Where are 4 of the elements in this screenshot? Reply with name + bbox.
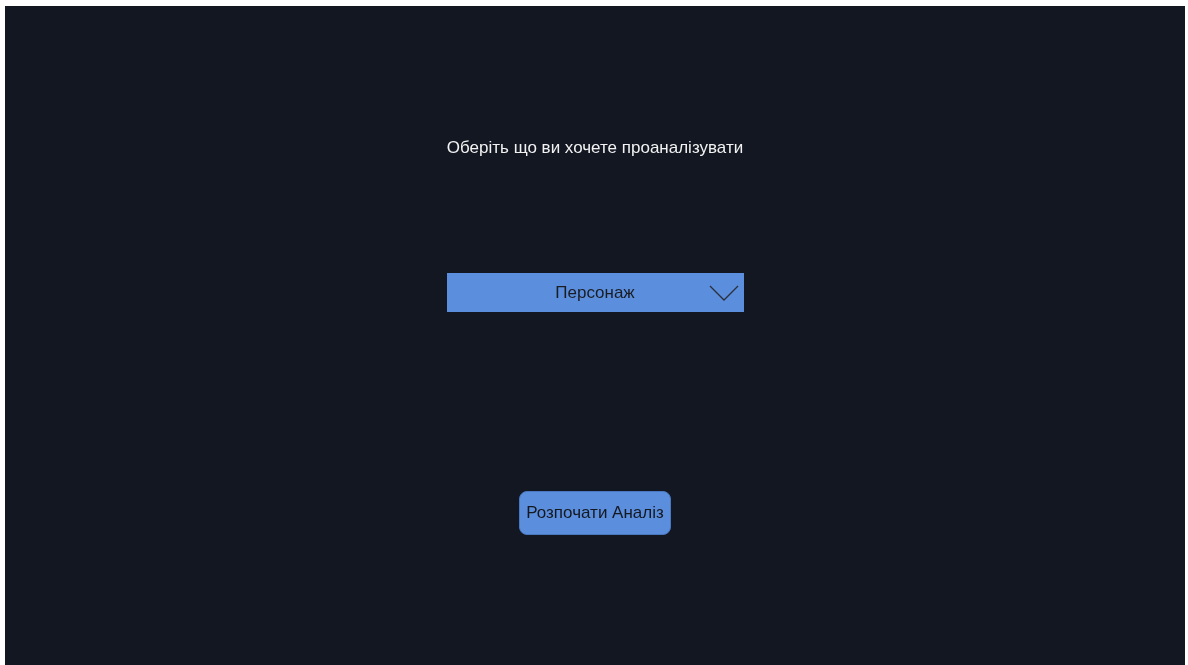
- chevron-down-icon: [708, 285, 739, 301]
- prompt-text: Оберіть що ви хочете проаналізувати: [446, 137, 744, 159]
- dropdown[interactable]: Персонаж: [446, 273, 744, 312]
- start-analysis-button[interactable]: Розпочати Аналіз: [519, 491, 671, 535]
